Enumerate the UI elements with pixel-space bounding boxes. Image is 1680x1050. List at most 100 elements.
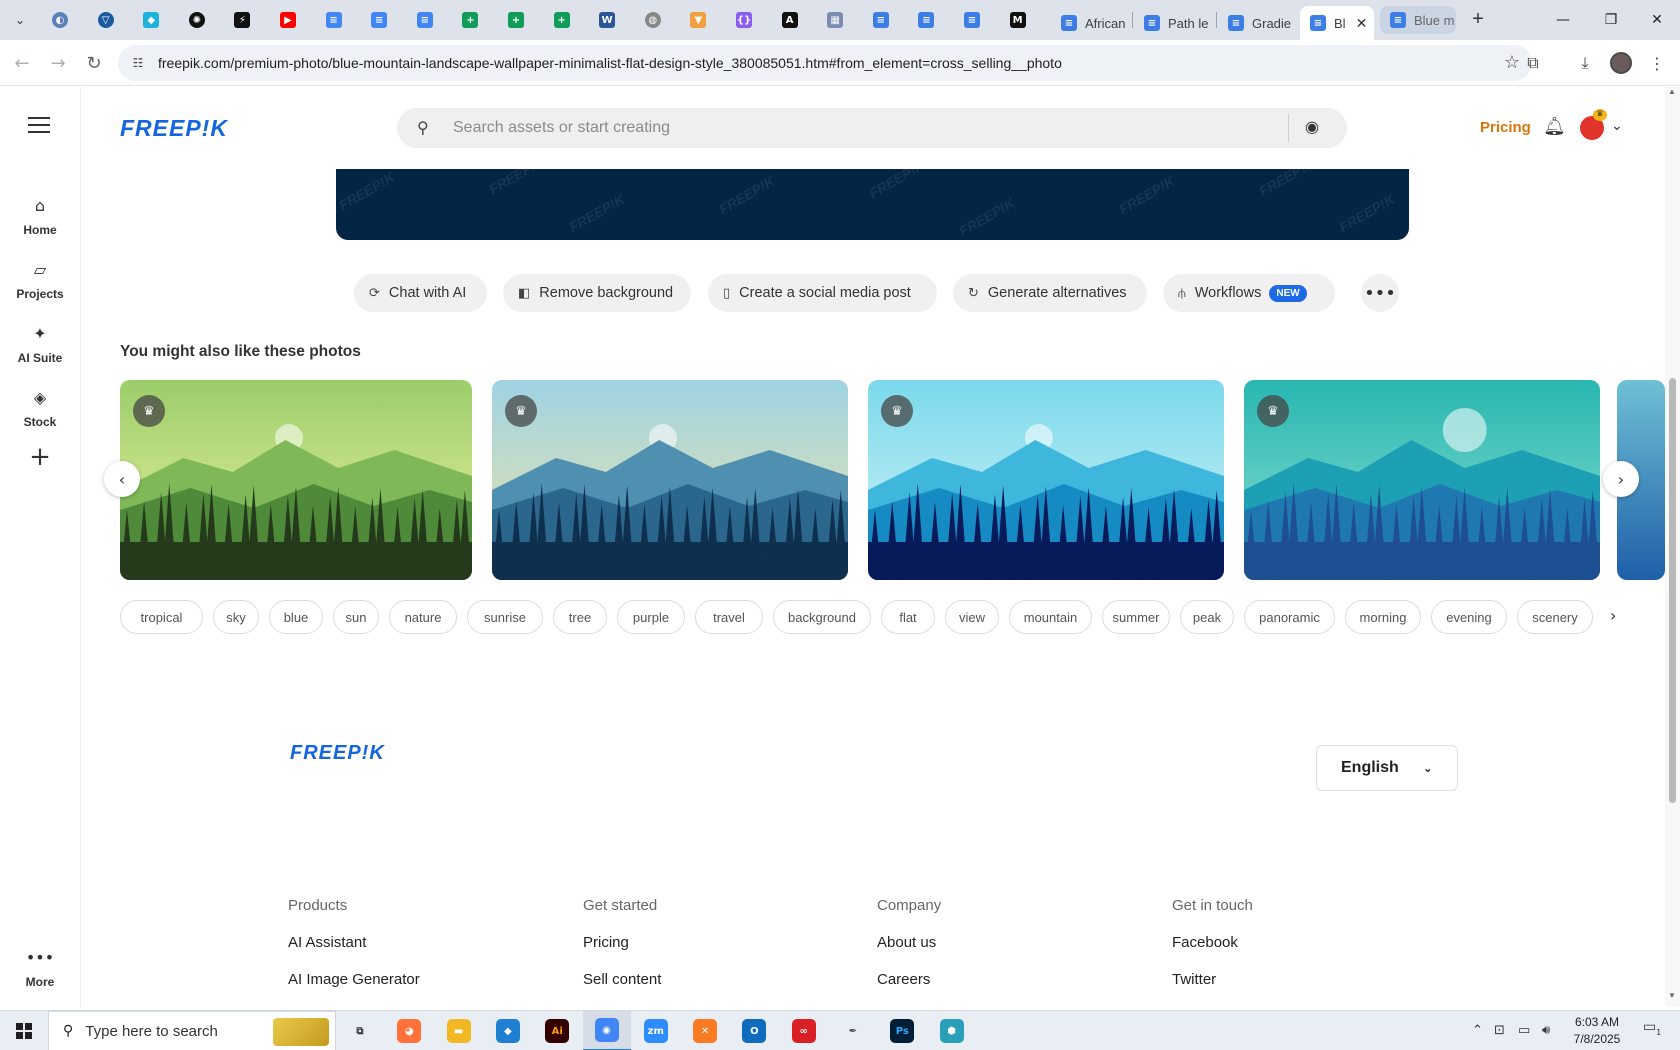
sidebar-item-more[interactable]: ••• More [0,945,80,990]
search-input[interactable] [453,108,1263,148]
related-photo[interactable]: ♛ [120,380,472,580]
taskbar-app[interactable]: ⬢ [928,1011,976,1050]
pinned-tab[interactable]: ✺ [185,8,209,32]
new-tab-button[interactable]: + [1466,8,1490,32]
scrollbar-thumb[interactable] [1669,378,1676,803]
tags-next-icon[interactable]: › [1610,606,1616,625]
camera-tray-icon[interactable]: ⊡ [1494,1023,1505,1038]
pinned-tab[interactable]: + [504,8,528,32]
tag-chip[interactable]: view [945,600,999,634]
freepik-logo[interactable]: FREEP!K [120,115,228,142]
reload-icon[interactable]: ↻ [80,49,108,77]
bookmark-star-icon[interactable]: ☆ [1504,52,1520,73]
workflows-button[interactable]: ⫛ Workflows NEW [1163,274,1335,312]
tag-chip[interactable]: sky [213,600,259,634]
taskbar-app[interactable]: O [730,1011,778,1050]
tab-close-icon[interactable]: ✕ [1356,15,1368,32]
download-icon[interactable]: ⤓ [1572,50,1598,76]
tag-chip[interactable]: flat [881,600,935,634]
related-photo[interactable]: ♛ [1244,380,1600,580]
tag-chip[interactable]: panoramic [1244,600,1335,634]
tag-chip[interactable]: tree [553,600,607,634]
sidebar-item-home[interactable]: ⌂ Home [0,193,80,238]
footer-link[interactable]: Twitter [1172,971,1253,988]
scroll-down-icon[interactable]: ▼ [1668,991,1676,1000]
address-bar[interactable]: ☷ freepik.com/premium-photo/blue-mountai… [118,45,1532,81]
tab-blue-mountain[interactable]: ≡ Blue m [1380,6,1456,34]
remove-background-button[interactable]: ◧ Remove background [503,274,691,312]
tag-chip[interactable]: peak [1180,600,1234,634]
taskbar-clock[interactable]: 6:03 AM 7/8/2025 [1562,1014,1632,1048]
tab-search-chevron-icon[interactable]: ⌄ [8,8,32,32]
carousel-prev-button[interactable]: ‹ [104,461,140,497]
extensions-icon[interactable]: ⧉ [1520,50,1546,76]
pinned-tab[interactable]: ▶ [276,8,300,32]
pinned-tab[interactable]: ≡ [960,8,984,32]
tag-chip[interactable]: sun [333,600,379,634]
pinned-tab[interactable]: W [595,8,619,32]
taskbar-app[interactable]: Ps [878,1011,926,1050]
tag-chip[interactable]: purple [617,600,685,634]
related-photo[interactable]: ♛ [492,380,848,580]
taskbar-app[interactable]: ◆ [484,1011,532,1050]
chat-with-ai-button[interactable]: ⟳ Chat with AI [354,274,487,312]
minimize-icon[interactable]: — [1540,0,1586,40]
back-icon[interactable]: ← [8,49,36,77]
pinned-tab[interactable]: ≡ [914,8,938,32]
profile-icon[interactable] [1608,50,1634,76]
related-photo[interactable]: ♛ [868,380,1224,580]
site-info-icon[interactable]: ☷ [128,53,148,73]
camera-search-icon[interactable]: ◉ [1305,117,1319,136]
more-actions-button[interactable]: ••• [1361,274,1399,312]
sidebar-item-ai-suite[interactable]: ✦ AI Suite [0,321,80,366]
pinned-tab[interactable]: ▦ [823,8,847,32]
taskbar-app[interactable]: ✕ [681,1011,729,1050]
network-icon[interactable]: ▭ [1518,1023,1530,1038]
pinned-tab[interactable]: ◆ [139,8,163,32]
tab-african[interactable]: ≡ African [1051,6,1131,40]
tag-chip[interactable]: travel [695,600,763,634]
restore-icon[interactable]: ❐ [1588,0,1634,40]
sidebar-item-stock[interactable]: ◈ Stock [0,385,80,430]
taskbar-app[interactable]: ◕ [385,1011,433,1050]
taskbar-app[interactable]: ✒ [829,1011,877,1050]
page-scrollbar[interactable]: ▲ ▼ [1665,87,1680,1007]
sidebar-item-projects[interactable]: ▱ Projects [0,257,80,302]
language-selector[interactable]: English ⌄ [1316,745,1458,791]
notification-center-icon[interactable]: ▭1 [1640,1019,1664,1043]
pinned-tab[interactable]: ◍ [641,8,665,32]
footer-link[interactable]: Facebook [1172,934,1253,951]
tag-chip[interactable]: sunrise [467,600,543,634]
tag-chip[interactable]: blue [269,600,323,634]
pricing-link[interactable]: Pricing [1480,119,1531,136]
footer-link[interactable]: About us [877,934,941,951]
pinned-tab[interactable]: + [458,8,482,32]
pinned-tab[interactable]: + [550,8,574,32]
pinned-tab[interactable]: M [1006,8,1030,32]
url-text[interactable]: freepik.com/premium-photo/blue-mountain-… [158,55,1062,71]
chevron-down-icon[interactable]: ⌄ [1611,118,1623,134]
pinned-tab[interactable]: ◐ [48,8,72,32]
volume-icon[interactable]: 🔊︎ [1542,1023,1550,1038]
pinned-tab[interactable]: ≡ [322,8,346,32]
taskbar-app[interactable]: ◉ [582,1011,631,1050]
notification-bell-icon[interactable]: 🔔︎ [1543,116,1566,137]
forward-icon[interactable]: → [44,49,72,77]
tag-chip[interactable]: background [773,600,871,634]
scroll-up-icon[interactable]: ▲ [1668,87,1676,96]
tab-path[interactable]: ≡ Path le [1134,6,1214,40]
pinned-tab[interactable]: ≡ [869,8,893,32]
footer-link[interactable]: Careers [877,971,941,988]
pinned-tab[interactable]: ▼ [686,8,710,32]
generate-alternatives-button[interactable]: ↻ Generate alternatives [953,274,1147,312]
pinned-tab[interactable]: ≡ [413,8,437,32]
tag-chip[interactable]: morning [1345,600,1421,634]
footer-logo[interactable]: FREEP!K [290,742,385,765]
taskbar-search[interactable]: ⚲ Type here to search [48,1011,336,1050]
close-window-icon[interactable]: ✕ [1634,0,1680,40]
tag-chip[interactable]: scenery [1517,600,1593,634]
taskbar-app[interactable]: Ai [533,1011,581,1050]
create-social-post-button[interactable]: ▯ Create a social media post [708,274,937,312]
carousel-next-button[interactable]: › [1603,461,1639,497]
pinned-tab[interactable]: ≡ [367,8,391,32]
